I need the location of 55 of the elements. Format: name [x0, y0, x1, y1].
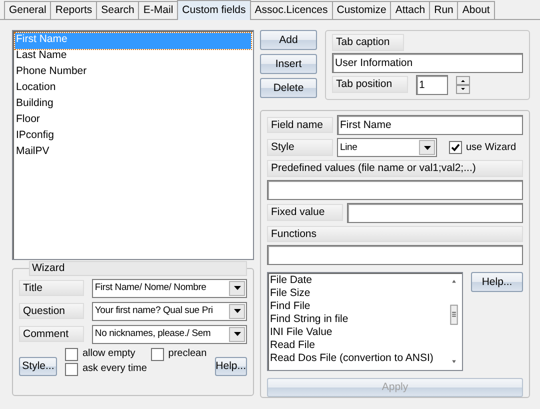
list-item[interactable]: Read Dos File (convertion to ANSI) [269, 352, 447, 366]
text-field[interactable] [267, 245, 523, 266]
list-item[interactable]: File Date [269, 274, 447, 288]
group-title: Wizard [29, 261, 247, 276]
combo-field[interactable]: First Name/ Nome/ Nombre [92, 278, 247, 298]
checkbox[interactable] [65, 348, 78, 361]
list-item[interactable]: Phone Number [15, 65, 251, 81]
field-label: Tab position [332, 76, 408, 93]
list-item[interactable]: MailPV [15, 145, 251, 161]
field-label: Title [19, 280, 84, 296]
field-label: Predefined values (file name or val1;val2;...) [267, 160, 523, 177]
list-item[interactable]: INI File Value [269, 326, 447, 340]
spinner-icon[interactable] [456, 76, 470, 94]
number-field[interactable]: 1 [416, 74, 448, 95]
list-item[interactable]: File Size [269, 287, 447, 300]
combo-field[interactable]: Line [337, 138, 437, 157]
list-action-button[interactable]: Insert [260, 54, 317, 74]
fields-list[interactable]: First Name Last Name Phone Number Location Building Floor IPconfig MailPV [12, 30, 254, 260]
field-label: Functions [267, 226, 523, 242]
tab[interactable]: About [457, 1, 495, 19]
field-label: Style [267, 139, 333, 156]
field-label: Tab caption [332, 34, 404, 51]
list-item[interactable]: Location [15, 81, 251, 97]
list-item[interactable]: Find String in file [269, 313, 447, 326]
text-field[interactable] [347, 202, 523, 223]
field-label: Field name [267, 116, 333, 134]
combo-field[interactable]: Your first name? Qual sue Pri [92, 302, 247, 321]
field-label: Fixed value [267, 204, 343, 221]
checkbox-label: preclean [168, 348, 207, 360]
tab[interactable]: Custom fields [177, 0, 251, 20]
checkbox[interactable] [449, 141, 462, 154]
list-action-button[interactable]: Delete [260, 78, 317, 98]
checkbox[interactable] [151, 348, 164, 361]
list-item[interactable]: Building [15, 97, 251, 113]
checkbox-label: use Wizard [466, 142, 516, 154]
tab[interactable]: General [4, 1, 52, 19]
help-button[interactable]: Help... [471, 272, 523, 292]
checkbox[interactable] [65, 362, 78, 376]
checkbox-label: allow empty [82, 348, 136, 360]
style-button[interactable]: Style... [19, 356, 58, 376]
list-item[interactable]: IPconfig [15, 129, 251, 145]
text-field[interactable]: User Information [332, 52, 523, 73]
checkbox-label: ask every time [82, 363, 147, 376]
list-action-button[interactable]: Add [260, 30, 317, 50]
combo-field[interactable]: No nicknames, please./ Sem [92, 324, 247, 344]
list-item[interactable]: Read File [269, 339, 447, 352]
help-button[interactable]: Help... [214, 356, 247, 376]
functions-list[interactable]: File Date File Size Find File Find String in file INI File Value Read File Read Dos File (convertion to ANSI) [267, 272, 463, 372]
text-field[interactable]: First Name [337, 115, 523, 135]
list-item[interactable]: Last Name [15, 49, 251, 65]
list-item[interactable]: Floor [15, 113, 251, 129]
field-label: Question [19, 302, 84, 320]
list-item[interactable]: Find File [269, 300, 447, 314]
text-field[interactable] [267, 180, 523, 200]
field-label: Comment [19, 326, 84, 342]
